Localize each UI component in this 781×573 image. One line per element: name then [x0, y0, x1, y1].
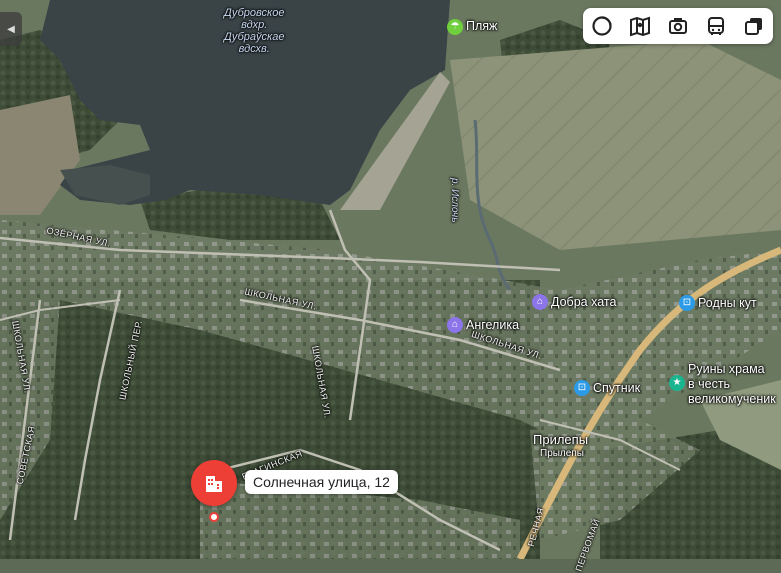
reservoir-label-line-2: вдхр.: [241, 19, 268, 31]
selected-address-label[interactable]: Солнечная улица, 12: [245, 470, 398, 494]
traffic-map-button[interactable]: [625, 11, 655, 41]
map-layers-switch-button[interactable]: [739, 11, 769, 41]
shop-pin-icon[interactable]: ⊡: [679, 295, 695, 311]
poi-label-beach[interactable]: Пляж: [466, 19, 497, 33]
reservoir-label-line-4: вдсхв.: [238, 43, 270, 55]
shop-pin-icon[interactable]: ⊡: [574, 380, 590, 396]
poi-label-ruins-line-2: в честь: [688, 377, 731, 391]
panorama-button[interactable]: [663, 11, 693, 41]
poi-label-sputnik[interactable]: Спутник: [593, 381, 640, 395]
poi-label-ruins[interactable]: Руины храма в честь великомученик: [688, 362, 776, 407]
poi-label-rodny-kut[interactable]: Родны кут: [698, 296, 757, 310]
poi-label-ruins-line-1: Руины храма: [688, 362, 765, 376]
collapse-sidebar-button[interactable]: ◀: [0, 12, 22, 46]
layers-button[interactable]: [587, 11, 617, 41]
transport-bus-icon: [708, 17, 724, 35]
landmark-pin-icon[interactable]: ★: [669, 375, 685, 391]
marker-point: [209, 512, 219, 522]
selected-building-marker[interactable]: [191, 460, 237, 506]
town-sublabel: Прылепы: [540, 448, 584, 459]
building-icon: [206, 476, 222, 492]
map-toolbar: [583, 8, 773, 44]
beach-pin-icon[interactable]: ☂: [447, 19, 463, 35]
town-label: Прилепы: [533, 432, 589, 447]
reservoir-label-line-1: Дубровское: [224, 7, 285, 19]
traffic-map-icon: [630, 16, 650, 37]
layers-icon: [592, 16, 612, 36]
poi-label-dobra-hata[interactable]: Добра хата: [551, 295, 616, 309]
panorama-camera-icon: [669, 18, 687, 34]
hotel-pin-icon[interactable]: ⌂: [447, 317, 463, 333]
reservoir-label-line-3: Дубраўскае: [224, 31, 285, 43]
poi-label-ruins-line-3: великомученик: [688, 392, 776, 406]
poi-label-angelika[interactable]: Ангелика: [466, 318, 519, 332]
reservoir-label: Дубровское вдхр. Дубраўскае вдсхв.: [224, 7, 284, 55]
river-label: р. Ислочь: [449, 178, 460, 223]
hotel-pin-icon[interactable]: ⌂: [532, 294, 548, 310]
transport-button[interactable]: [701, 11, 731, 41]
map-layers-switch-icon: [745, 18, 762, 35]
